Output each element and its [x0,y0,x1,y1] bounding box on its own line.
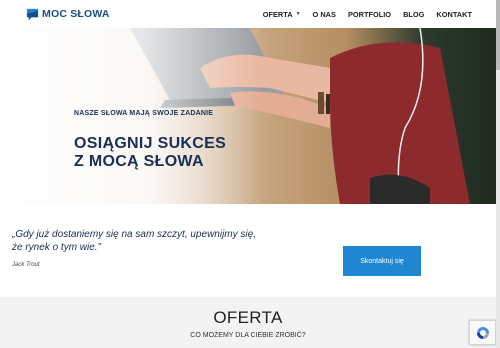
nav-item-label: KONTAKT [436,9,472,19]
recaptcha-badge[interactable] [469,320,496,345]
scrollbar-track[interactable] [496,0,500,348]
nav-item-label: PORTFOLIO [347,9,392,19]
quote-line1: „Gdy już dostaniemy się na sam szczyt, u… [12,229,256,240]
site-header: MOC SŁOWA OFERTA ▼ O NAS PORTFOLIO BLOG … [0,0,500,28]
logo[interactable]: MOC SŁOWA [26,5,110,23]
hero-title: OSIĄGNIJ SUKCES Z MOCĄ SŁOWA [74,135,226,171]
nav-item-label: BLOG [403,9,425,19]
logo-text: MOC SŁOWA [42,8,110,20]
speech-bubble-logo-icon [26,8,39,20]
offer-subtitle: CO MOŻEMY DLA CIEBIE ZROBIĆ? [190,332,306,339]
nav-item-oferta[interactable]: OFERTA ▼ [263,10,301,19]
scrollbar-thumb[interactable] [496,0,500,70]
offer-title: OFERTA [213,308,283,327]
offer-section: OFERTA CO MOŻEMY DLA CIEBIE ZROBIĆ? [0,297,496,348]
recaptcha-icon [476,326,489,339]
nav-item-kontakt[interactable]: KONTAKT [436,10,472,19]
hero-subtitle: NASZE SŁOWA MAJĄ SWOJE ZADANIE [74,110,214,117]
contact-button[interactable]: Skontaktuj się [343,246,421,276]
hero-title-line1: OSIĄGNIJ SUKCES [74,135,227,152]
nav-item-label: O NAS [312,9,336,19]
nav-item-label: OFERTA [262,9,293,19]
caret-down-icon: ▼ [295,11,301,17]
quote-line2: że rynek o tym wie.” [12,242,101,253]
hero-banner: NASZE SŁOWA MAJĄ SWOJE ZADANIE OSIĄGNIJ … [0,28,496,204]
nav-item-blog[interactable]: BLOG [403,10,424,19]
hero-title-line2: Z MOCĄ SŁOWA [74,153,204,170]
quote-author: Jack Trout [12,262,40,268]
nav-item-portfolio[interactable]: PORTFOLIO [348,10,391,19]
main-nav: OFERTA ▼ O NAS PORTFOLIO BLOG KONTAKT [251,0,472,28]
nav-item-o-nas[interactable]: O NAS [313,10,336,19]
quote-text: „Gdy już dostaniemy się na sam szczyt, u… [12,228,302,254]
